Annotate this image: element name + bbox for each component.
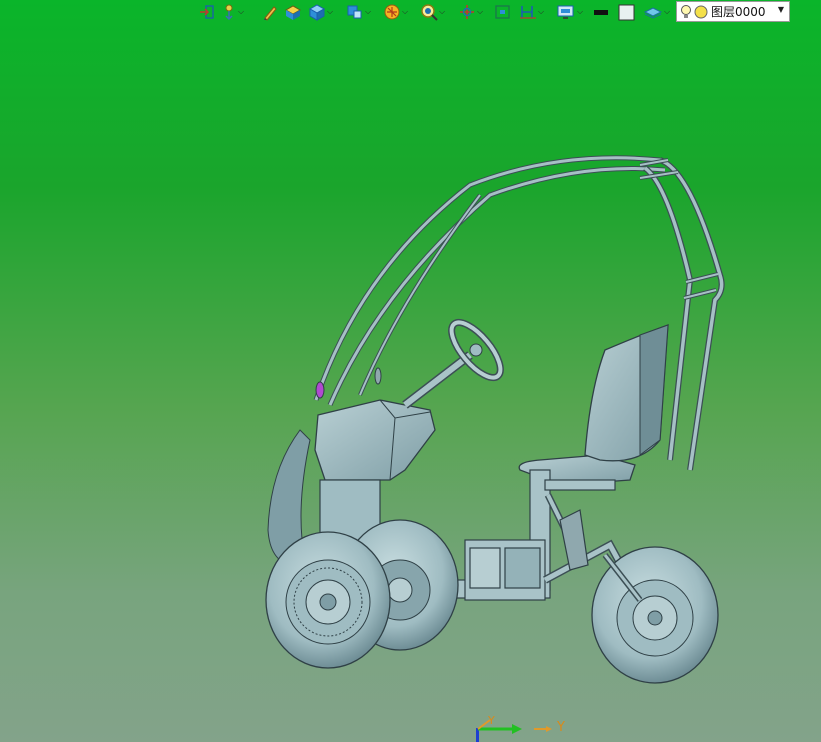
tricycle-model[interactable] bbox=[0, 0, 821, 742]
view-triad bbox=[476, 719, 552, 742]
triad-y-label-small: Y bbox=[488, 714, 495, 727]
dashboard-body bbox=[314, 399, 436, 481]
mirror bbox=[315, 381, 325, 399]
triad-y-label: Y bbox=[557, 720, 565, 735]
rear-wheel bbox=[591, 546, 719, 684]
front-wheel-left bbox=[265, 531, 391, 669]
